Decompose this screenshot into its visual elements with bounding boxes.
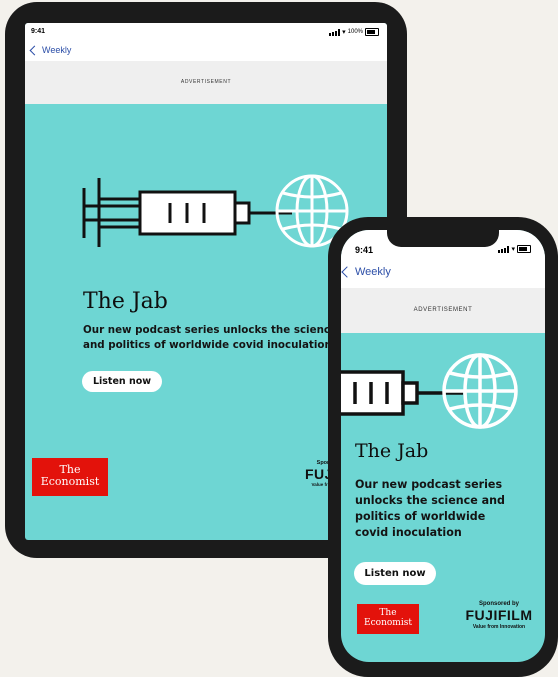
listen-now-button[interactable]: Listen now	[354, 562, 436, 585]
logo-line-1: The	[379, 608, 397, 618]
syringe-globe-illustration	[82, 174, 349, 248]
phone-notch	[387, 230, 499, 247]
economist-logo[interactable]: The Economist	[357, 604, 419, 634]
ad-label-bar: ADVERTISEMENT	[25, 61, 387, 104]
logo-line-2: Economist	[364, 618, 412, 628]
battery-icon	[517, 245, 531, 253]
podcast-description: Our new podcast series unlocks the scien…	[83, 324, 337, 351]
signal-icon	[498, 245, 510, 253]
signal-icon	[329, 28, 341, 36]
sponsor-tagline: Value from Innovation	[472, 624, 526, 630]
syringe-globe-illustration	[341, 353, 518, 429]
battery-percent: 100%	[347, 29, 363, 35]
syringe-icon	[82, 178, 292, 247]
phone-screen: 9:41 ▾ Weekly ADVERTISEMENT The Jab Our …	[341, 230, 545, 662]
tablet-nav-bar: Weekly	[25, 41, 387, 61]
back-button[interactable]: Weekly	[341, 266, 391, 278]
status-time: 9:41	[31, 28, 46, 35]
sponsor-brand: FUJIFILM	[465, 607, 533, 623]
back-label: Weekly	[355, 266, 391, 278]
listen-now-button[interactable]: Listen now	[82, 371, 162, 392]
status-time: 9:41	[355, 245, 374, 255]
chevron-left-icon	[341, 266, 353, 278]
globe-icon	[442, 353, 518, 429]
sponsor-block[interactable]: Sponsored by FUJIFILM Value from Innovat…	[459, 601, 539, 630]
ad-label-bar: ADVERTISEMENT	[341, 288, 545, 333]
back-label: Weekly	[42, 45, 72, 55]
wifi-icon: ▾	[511, 244, 515, 253]
logo-line-2: Economist	[40, 475, 100, 488]
phone-device: 9:41 ▾ Weekly ADVERTISEMENT The Jab Our …	[328, 217, 558, 677]
chevron-left-icon	[29, 45, 40, 55]
podcast-title: The Jab	[83, 289, 168, 314]
battery-icon	[365, 28, 379, 36]
phone-nav-bar: Weekly	[341, 260, 545, 288]
wifi-icon: ▾	[342, 27, 346, 36]
status-indicators: ▾	[498, 245, 531, 253]
status-indicators: ▾ 100%	[329, 28, 379, 36]
podcast-description: Our new podcast series unlocks the scien…	[355, 478, 505, 540]
economist-logo[interactable]: The Economist	[32, 458, 108, 496]
tablet-status-bar: 9:41 ▾ 100%	[25, 23, 387, 41]
back-button[interactable]: Weekly	[29, 45, 72, 55]
podcast-title: The Jab	[355, 440, 429, 462]
